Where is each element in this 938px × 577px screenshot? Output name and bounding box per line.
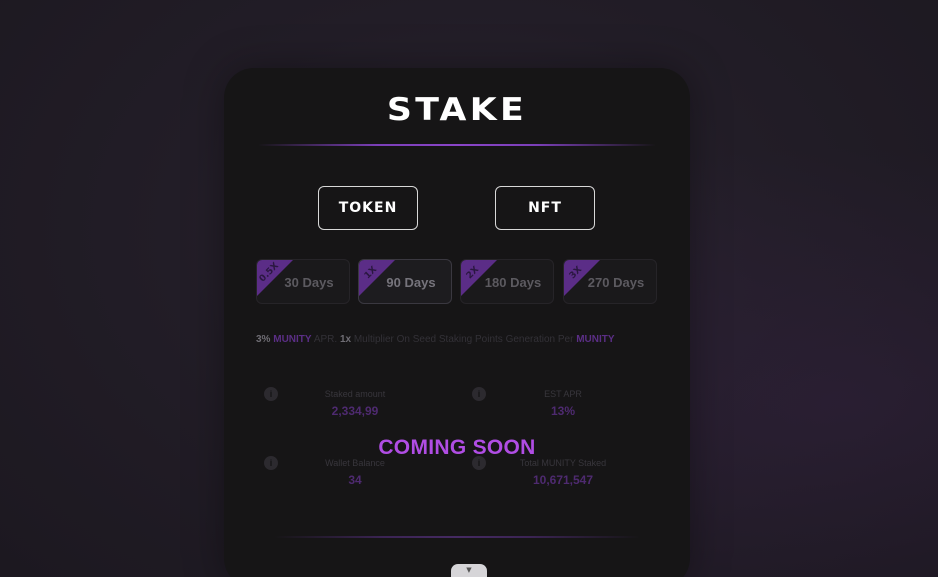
info-icon[interactable]: i <box>472 387 486 401</box>
chevron-down-icon: ▼ <box>466 566 472 574</box>
apr-token-2: MUNITY <box>576 334 615 345</box>
apr-multiplier: 1x <box>339 334 352 345</box>
tab-token[interactable]: TOKEN <box>318 186 418 230</box>
apr-description: 3% MUNITY APR. 1x Multiplier On Seed Sta… <box>256 334 676 345</box>
stat-value: 13% <box>550 404 576 418</box>
title-divider <box>258 144 656 146</box>
coming-soon-overlay: COMING SOON <box>378 436 536 459</box>
period-label: 90 Days <box>386 275 436 290</box>
stat-label: Staked amount <box>324 389 386 399</box>
expand-button[interactable]: ▼ <box>451 564 487 577</box>
period-label: 30 Days <box>284 275 334 290</box>
stake-card: STAKE TOKEN NFT 0.5X 30 Days 1X 90 Days … <box>224 68 690 577</box>
period-option-30-days[interactable]: 0.5X 30 Days <box>256 259 350 304</box>
period-label: 270 Days <box>587 275 645 290</box>
stat-value: 10,671,547 <box>532 473 594 487</box>
period-option-180-days[interactable]: 2X 180 Days <box>460 259 554 304</box>
stat-value: 2,334,99 <box>331 404 379 418</box>
bottom-divider <box>274 536 640 538</box>
tab-nft[interactable]: NFT <box>495 186 595 230</box>
apr-text: APR. <box>313 334 338 345</box>
page-title: STAKE <box>386 92 528 128</box>
stat-est-apr: i EST APR 13% <box>472 387 632 427</box>
apr-token: MUNITY <box>273 334 312 345</box>
stat-staked-amount: i Staked amount 2,334,99 <box>264 387 424 427</box>
stat-total-staked: i Total MUNITY Staked 10,671,547 <box>472 456 632 496</box>
stat-label: EST APR <box>544 389 582 399</box>
period-selector: 0.5X 30 Days 1X 90 Days 2X 180 Days 3X 2… <box>256 259 658 305</box>
apr-percent: 3% <box>256 334 271 345</box>
stat-value: 34 <box>348 473 362 487</box>
period-option-90-days[interactable]: 1X 90 Days <box>358 259 452 304</box>
period-option-270-days[interactable]: 3X 270 Days <box>563 259 657 304</box>
info-icon[interactable]: i <box>264 387 278 401</box>
stat-wallet-balance: i Wallet Balance 34 <box>264 456 424 496</box>
period-label: 180 Days <box>484 275 542 290</box>
apr-multiplier-text: Multiplier On Seed Staking Points Genera… <box>353 334 574 345</box>
